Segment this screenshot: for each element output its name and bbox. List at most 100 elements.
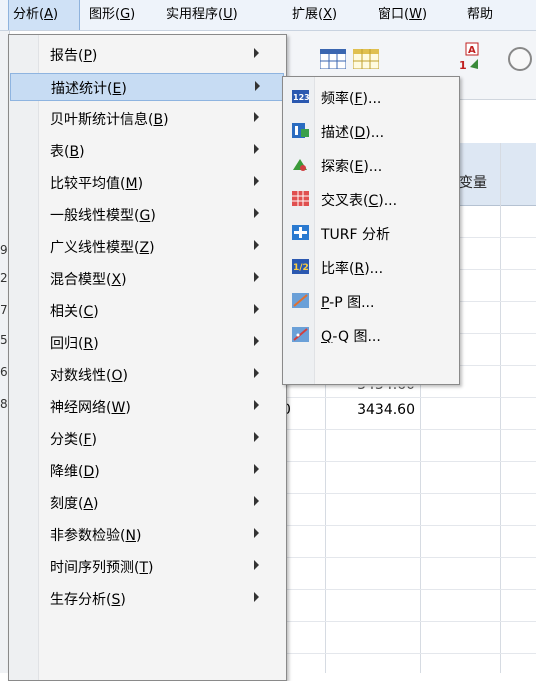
- menu-label: 实用程序: [166, 7, 219, 22]
- menu-item-label: 广义线性模型(Z): [50, 237, 155, 257]
- data-cell[interactable]: 3434.60: [325, 402, 415, 418]
- turf-icon: [292, 225, 309, 240]
- submenu-item-pp-plots[interactable]: P-P 图...: [284, 285, 458, 317]
- mnemonic-letter: E: [112, 81, 122, 97]
- menu-item-regression[interactable]: 回归(R): [10, 329, 284, 357]
- label-text: ): [135, 528, 142, 544]
- mnemonic-letter: R: [354, 261, 365, 277]
- submenu-item-descriptives[interactable]: 描述(D)...: [284, 115, 458, 147]
- submenu-item-explore[interactable]: 探索(E)...: [284, 149, 458, 181]
- submenu-item-label: 交叉表(C)...: [321, 190, 397, 210]
- menu-item-label: 相关(C): [50, 301, 99, 321]
- menu-item-label: 非参数检验(N): [50, 525, 141, 545]
- menu-label: 扩展: [292, 7, 319, 22]
- submenu-arrow-icon: [254, 592, 259, 602]
- submenu-item-label: Q-Q 图...: [321, 326, 381, 346]
- variable-grid-icon[interactable]: [352, 48, 380, 70]
- mnemonic-letter: D: [354, 125, 366, 141]
- menu-item-label: 报告(P): [50, 45, 97, 65]
- row-number: 9: [0, 243, 8, 257]
- row-number: 5: [0, 333, 8, 347]
- menu-item-reports[interactable]: 报告(P): [10, 41, 284, 69]
- submenu-item-label: 频率(F)...: [321, 88, 381, 108]
- value-labels-icon[interactable]: A1: [458, 41, 484, 72]
- menu-item-survival[interactable]: 生存分析(S): [10, 585, 284, 613]
- menu-utilities[interactable]: 实用程序(U): [166, 0, 238, 30]
- submenu-item-qq-plots[interactable]: Q-Q 图...: [284, 319, 458, 351]
- mnemonic-letter: D: [83, 464, 95, 480]
- label-text: ): [93, 304, 99, 320]
- submenu-arrow-icon: [254, 496, 259, 506]
- label-text: ): [137, 176, 144, 192]
- label-text: ): [93, 496, 99, 512]
- row-number: 6: [0, 365, 8, 379]
- label-text: -P 图...: [329, 295, 375, 311]
- menu-item-label: 比较平均值(M): [50, 173, 143, 193]
- label-text: )...: [378, 193, 398, 209]
- label-text: ): [122, 368, 128, 384]
- search-icon[interactable]: [506, 45, 536, 75]
- mnemonic-letter: F: [83, 432, 92, 448]
- menu-item-dimension-reduction[interactable]: 降维(D): [10, 457, 284, 485]
- svg-text:1: 1: [459, 59, 467, 71]
- menu-item-tables[interactable]: 表(B): [10, 137, 284, 165]
- menu-window[interactable]: 窗口(W): [378, 0, 427, 30]
- submenu-arrow-icon: [255, 81, 260, 91]
- submenu-arrow-icon: [254, 304, 259, 314]
- menu-help[interactable]: 帮助: [467, 0, 536, 30]
- menu-item-neural-networks[interactable]: 神经网络(W): [10, 393, 284, 421]
- menu-graphs[interactable]: 图形(G): [89, 0, 135, 30]
- menu-item-loglinear[interactable]: 对数线性(O): [10, 361, 284, 389]
- submenu-item-crosstabs[interactable]: 交叉表(C)...: [284, 183, 458, 215]
- menu-item-label: 一般线性模型(G): [50, 205, 156, 225]
- row-number: 8: [0, 397, 8, 411]
- analyze-dropdown-menu: 报告(P) 描述统计(E) 贝叶斯统计信息(B) 表(B) 比较平均值(M) 一般线性模型…: [8, 34, 287, 681]
- column-header-label[interactable]: 变量: [459, 172, 487, 192]
- menu-item-label: 对数线性(O): [50, 365, 128, 385]
- menu-item-nonparametric-tests[interactable]: 非参数检验(N): [10, 521, 284, 549]
- mnemonic-letter: T: [139, 560, 149, 576]
- menu-item-scale[interactable]: 刻度(A): [10, 489, 284, 517]
- menu-item-descriptive-statistics[interactable]: 描述统计(E): [10, 73, 284, 101]
- mnemonic-letter: A: [83, 496, 94, 512]
- menu-extensions[interactable]: 扩展(X): [292, 0, 337, 30]
- submenu-arrow-icon: [254, 464, 259, 474]
- label-text: )...: [362, 91, 382, 107]
- qq-plot-icon: [292, 327, 309, 342]
- mnemonic-letter: E: [354, 159, 364, 175]
- menu-item-generalized-linear-models[interactable]: 广义线性模型(Z): [10, 233, 284, 261]
- mnemonic-letter: X: [111, 272, 122, 288]
- label-text: TURF 分析: [321, 227, 391, 243]
- data-grid-icon[interactable]: [319, 48, 347, 70]
- menu-item-mixed-models[interactable]: 混合模型(X): [10, 265, 284, 293]
- mnemonic-letter: P: [321, 295, 330, 311]
- mnemonic-letter: Z: [139, 240, 150, 256]
- menu-mnemonic: G: [120, 7, 131, 22]
- menu-item-compare-means[interactable]: 比较平均值(M): [10, 169, 284, 197]
- menu-item-label: 降维(D): [50, 461, 100, 481]
- menu-item-general-linear-model[interactable]: 一般线性模型(G): [10, 201, 284, 229]
- label-text: 非参数检验(: [50, 528, 126, 544]
- submenu-item-ratio[interactable]: 1/2 比率(R)...: [284, 251, 458, 283]
- submenu-item-frequencies[interactable]: 123 频率(F)...: [284, 81, 458, 113]
- label-text: 探索(: [321, 159, 355, 175]
- menu-item-classify[interactable]: 分类(F): [10, 425, 284, 453]
- mnemonic-letter: Q: [321, 329, 333, 345]
- label-text: )...: [364, 261, 384, 277]
- mnemonic-letter: C: [368, 193, 379, 209]
- submenu-arrow-icon: [254, 560, 259, 570]
- menu-item-correlate[interactable]: 相关(C): [10, 297, 284, 325]
- menu-label: 窗口: [378, 7, 405, 22]
- label-text: 相关(: [50, 304, 84, 320]
- label-text: ): [125, 400, 131, 416]
- svg-text:1/2: 1/2: [293, 263, 309, 273]
- label-text: 混合模型(: [50, 272, 112, 288]
- menu-item-bayesian-statistics[interactable]: 贝叶斯统计信息(B): [10, 105, 284, 133]
- menu-item-label: 时间序列预测(T): [50, 557, 154, 577]
- menu-analyze[interactable]: 分析(A): [8, 0, 80, 30]
- submenu-item-turf-analysis[interactable]: TURF 分析: [284, 217, 458, 249]
- menu-item-forecasting[interactable]: 时间序列预测(T): [10, 553, 284, 581]
- menu-item-label: 回归(R): [50, 333, 99, 353]
- explore-icon: [292, 157, 309, 172]
- submenu-item-label: 比率(R)...: [321, 258, 383, 278]
